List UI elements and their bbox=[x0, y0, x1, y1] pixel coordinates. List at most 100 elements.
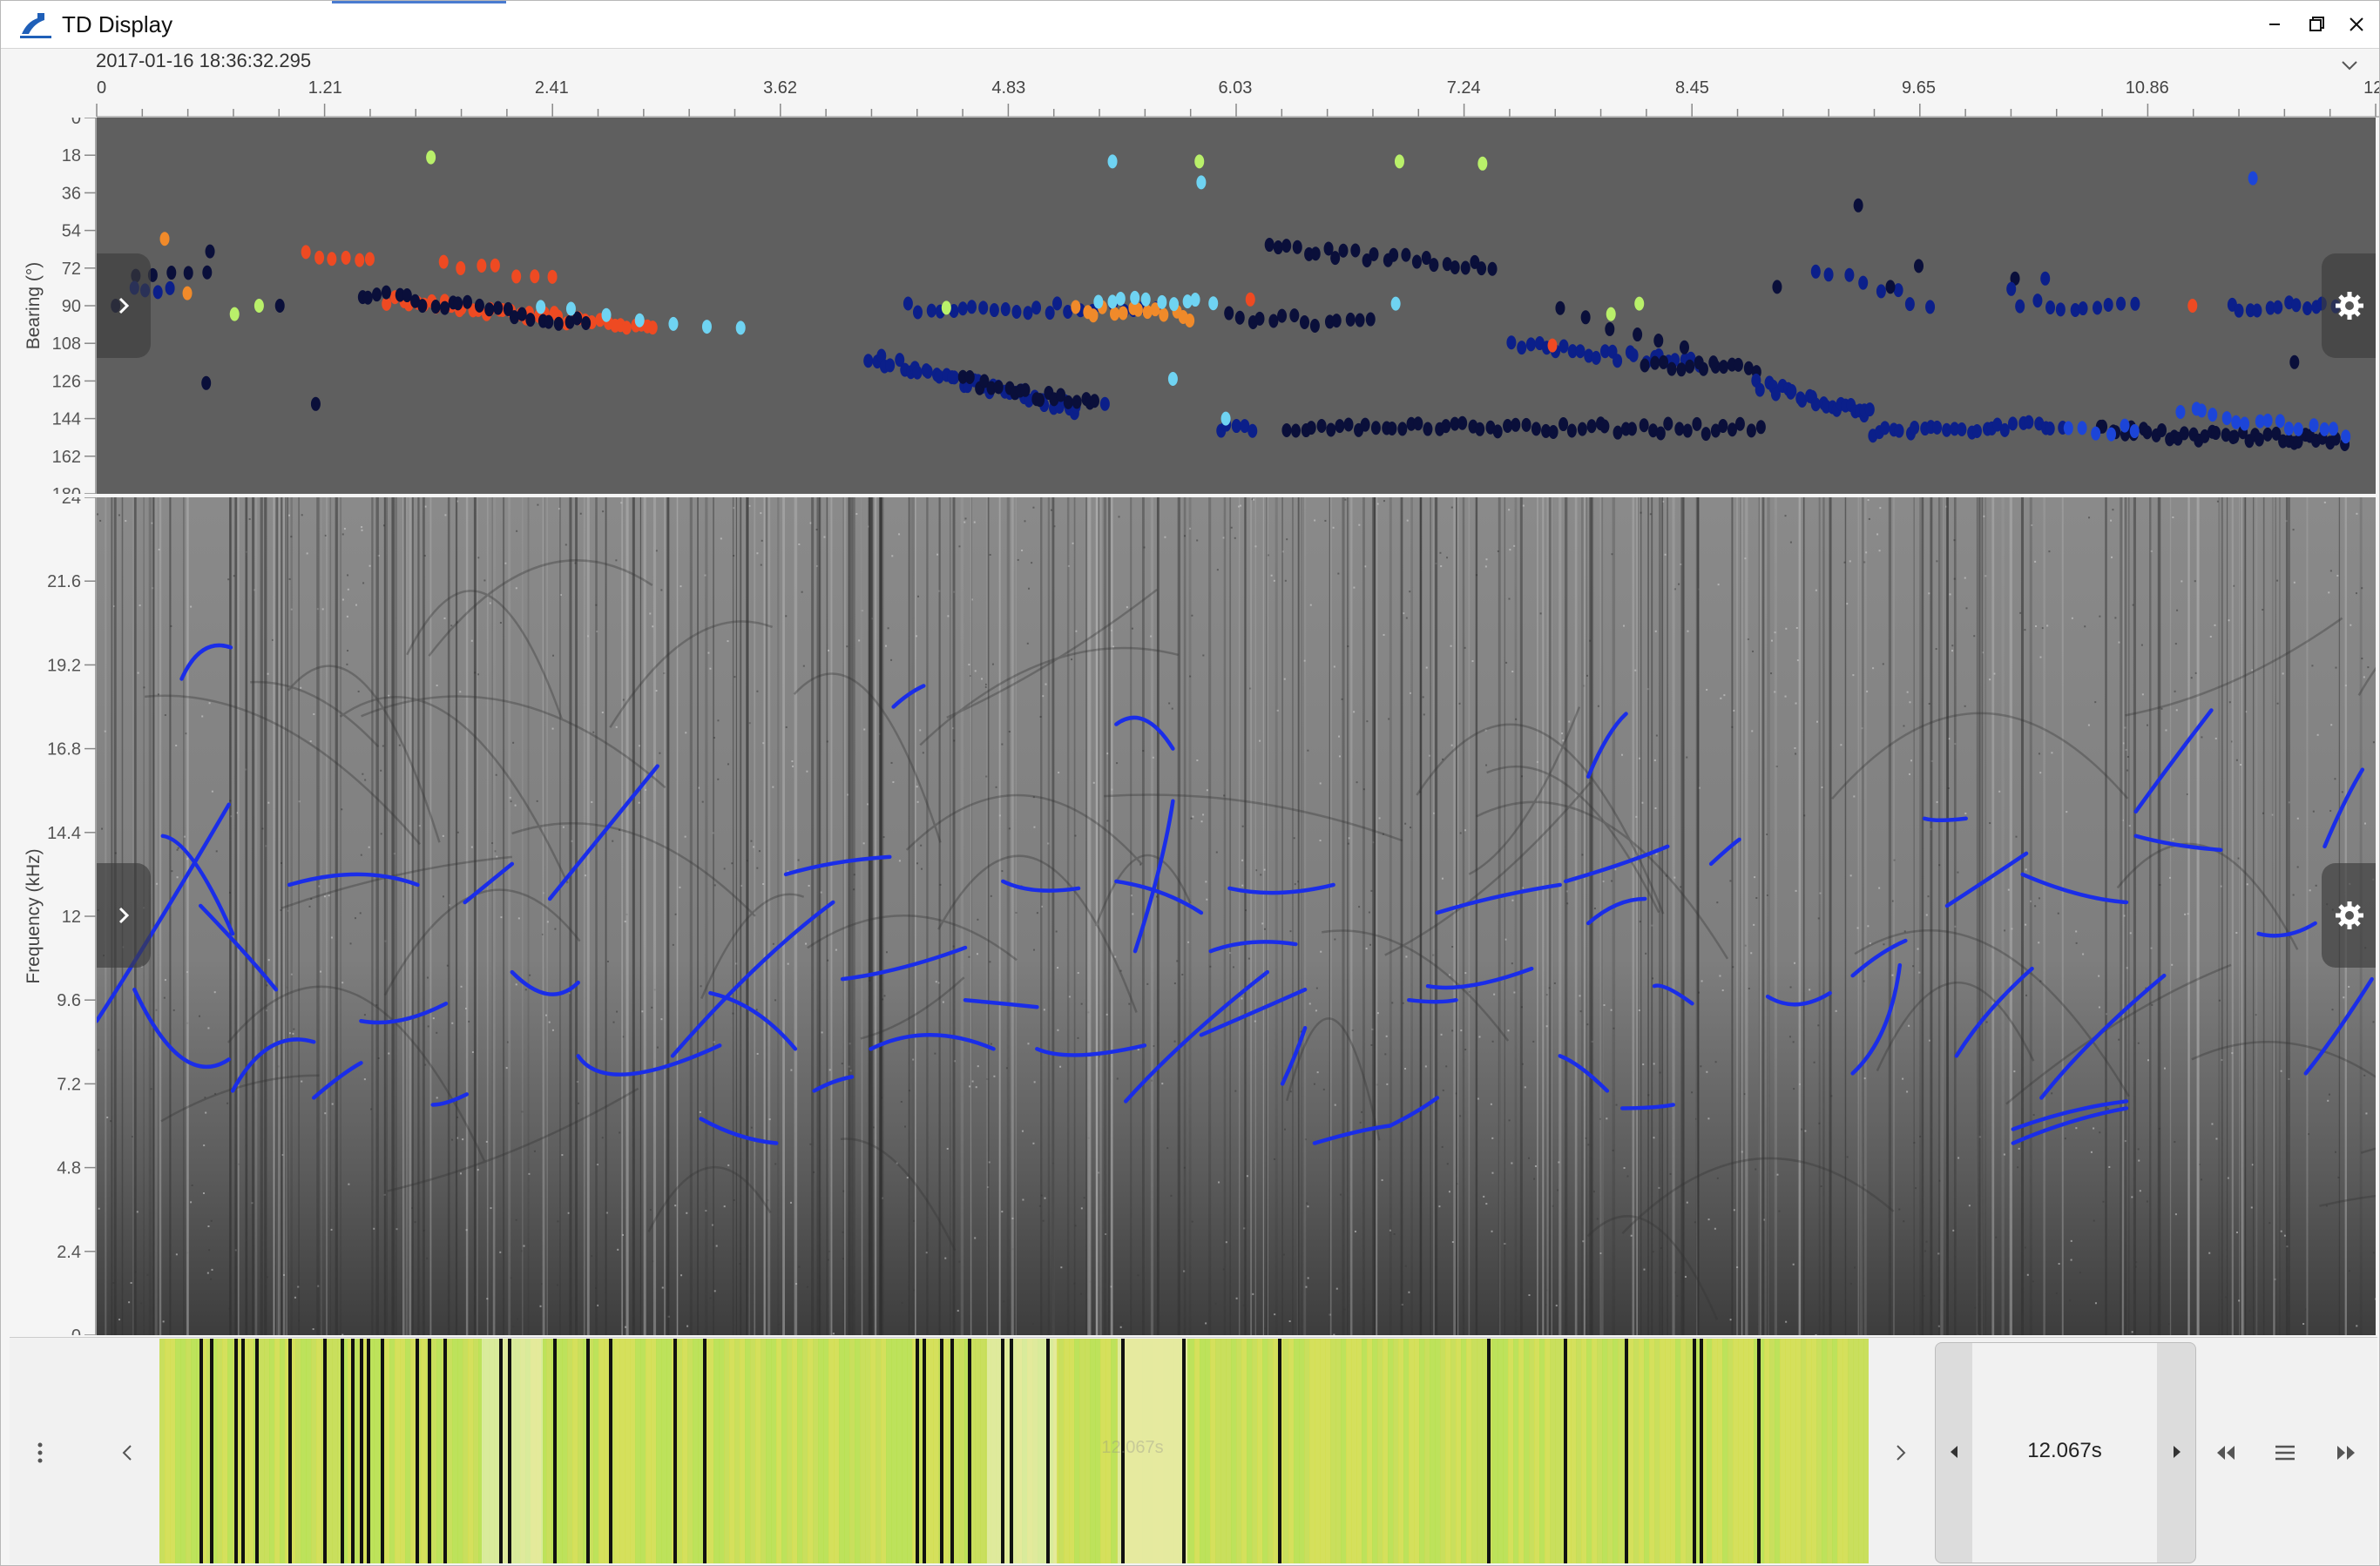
close-icon bbox=[2350, 17, 2363, 31]
bearing-detection bbox=[1316, 419, 1327, 434]
bearing-detection bbox=[438, 254, 449, 269]
bearing-detection bbox=[1475, 422, 1485, 436]
time-axis[interactable]: 0 1.21 2.41 3.62 4.83 6.03 7.24 8.45 9.65 10.86 12… bbox=[10, 74, 2379, 118]
bearing-detection bbox=[553, 316, 564, 331]
bearing-detection bbox=[1506, 335, 1517, 350]
bearing-detection bbox=[647, 321, 658, 335]
bearing-detection bbox=[2275, 414, 2285, 429]
bearing-detection bbox=[1208, 296, 1219, 311]
bearing-detection bbox=[525, 313, 536, 327]
bearing-detection bbox=[1335, 419, 1345, 434]
rewind-icon[interactable] bbox=[2210, 1438, 2241, 1468]
navigation-overview[interactable] bbox=[159, 1339, 1869, 1563]
y-tick-label: 14.4 bbox=[47, 824, 81, 843]
kebab-icon[interactable] bbox=[27, 1438, 53, 1468]
bearing-detection bbox=[1659, 354, 1669, 369]
bearing-detection bbox=[364, 252, 375, 267]
bearing-expand-handle[interactable] bbox=[97, 253, 151, 358]
bearing-detection bbox=[601, 307, 612, 322]
bearing-plot[interactable] bbox=[97, 118, 2376, 494]
bearing-detection bbox=[978, 300, 989, 315]
bearing-detection bbox=[1089, 394, 1099, 408]
bearing-detection bbox=[1932, 420, 1943, 435]
bearing-detection bbox=[1185, 314, 1195, 328]
bearing-detection bbox=[2302, 300, 2313, 315]
bearing-detection bbox=[1655, 426, 1666, 441]
bearing-detection bbox=[1345, 312, 1356, 327]
bearing-detection bbox=[957, 301, 968, 316]
spectrogram-plot[interactable] bbox=[97, 497, 2376, 1335]
bearing-detection bbox=[205, 244, 215, 259]
bearing-detection bbox=[2262, 427, 2273, 442]
spectrogram-expand-handle[interactable] bbox=[97, 863, 151, 968]
bearing-detection bbox=[1904, 297, 1915, 312]
bearing-settings-handle[interactable] bbox=[2322, 253, 2376, 358]
td-display-window: TD Display 2017-01-16 18:36:32.295 0 1.21… bbox=[0, 0, 2380, 1566]
minimize-button[interactable] bbox=[2255, 8, 2294, 41]
bearing-detection bbox=[1045, 306, 1055, 321]
bearing-detection bbox=[2262, 413, 2273, 428]
bearing-detection bbox=[885, 358, 896, 373]
bearing-detection bbox=[2289, 354, 2300, 369]
bearing-detection bbox=[2221, 411, 2232, 426]
restore-button[interactable] bbox=[2297, 8, 2336, 41]
time-tick-label: 7.24 bbox=[1447, 78, 1481, 98]
bearing-detection bbox=[202, 265, 213, 280]
bearing-detection bbox=[1876, 284, 1886, 299]
bearing-detection bbox=[1109, 307, 1119, 321]
visible-time-value: 12.067s bbox=[2027, 1439, 2102, 1462]
bearing-detection bbox=[511, 269, 522, 284]
bearing-detection bbox=[1613, 354, 1623, 368]
bearing-detection bbox=[1477, 156, 1488, 171]
bearing-detection bbox=[1566, 423, 1577, 438]
bearing-detection bbox=[1331, 314, 1342, 328]
chevron-left-icon[interactable] bbox=[114, 1438, 140, 1468]
bearing-detection bbox=[484, 302, 495, 317]
bearing-detection bbox=[1413, 416, 1423, 431]
bearing-detection bbox=[926, 303, 936, 318]
bearing-detection bbox=[2015, 299, 2025, 314]
increase-time-button[interactable] bbox=[2166, 1439, 2188, 1465]
hamburger-icon[interactable] bbox=[2269, 1438, 2301, 1468]
bearing-detection bbox=[2240, 416, 2250, 431]
y-tick-label: 108 bbox=[52, 334, 81, 354]
close-button[interactable] bbox=[2337, 8, 2376, 41]
bearing-detection bbox=[1913, 259, 1924, 273]
spectrogram-settings-handle[interactable] bbox=[2322, 863, 2376, 968]
bearing-detection bbox=[2130, 296, 2140, 311]
bearing-detection bbox=[1586, 419, 1597, 434]
bearing-detection bbox=[2175, 405, 2186, 420]
bearing-detection bbox=[1971, 423, 1982, 438]
fast-forward-icon[interactable] bbox=[2330, 1438, 2362, 1468]
gear-icon bbox=[2336, 901, 2363, 929]
bearing-detection bbox=[2116, 296, 2126, 311]
bearing-detection bbox=[1639, 418, 1649, 433]
bearing-detection bbox=[274, 299, 285, 313]
bearing-detection bbox=[1755, 382, 1765, 397]
bearing-detection bbox=[1772, 280, 1782, 294]
title-bar[interactable]: TD Display bbox=[1, 1, 2379, 49]
bearing-detection bbox=[417, 299, 428, 314]
bearing-detection bbox=[2045, 421, 2055, 435]
bearing-detection bbox=[634, 313, 645, 327]
bearing-detection bbox=[1360, 417, 1370, 432]
bearing-detection bbox=[1667, 361, 1677, 376]
bearing-detection bbox=[2063, 421, 2073, 435]
bearing-detection bbox=[1823, 267, 1834, 282]
bearing-detection bbox=[166, 266, 177, 280]
bearing-detection bbox=[1072, 395, 1082, 409]
visible-time-display[interactable]: 12.067s bbox=[1972, 1343, 2157, 1563]
bearing-detection bbox=[2040, 271, 2051, 286]
decrease-time-button[interactable] bbox=[1943, 1439, 1965, 1465]
time-tick-label: 2.41 bbox=[535, 78, 569, 98]
bearing-detection bbox=[1326, 422, 1336, 437]
bearing-detection bbox=[1281, 239, 1292, 253]
bearing-detection bbox=[1107, 154, 1118, 169]
y-tick-label: 12 bbox=[62, 908, 81, 927]
bearing-detection bbox=[1787, 384, 1797, 399]
bearing-detection bbox=[152, 285, 163, 300]
bearing-detection bbox=[440, 300, 450, 315]
chevron-right-icon[interactable] bbox=[1888, 1438, 1914, 1468]
time-tick-label: 6.03 bbox=[1218, 78, 1252, 98]
bearing-detection bbox=[490, 258, 500, 273]
